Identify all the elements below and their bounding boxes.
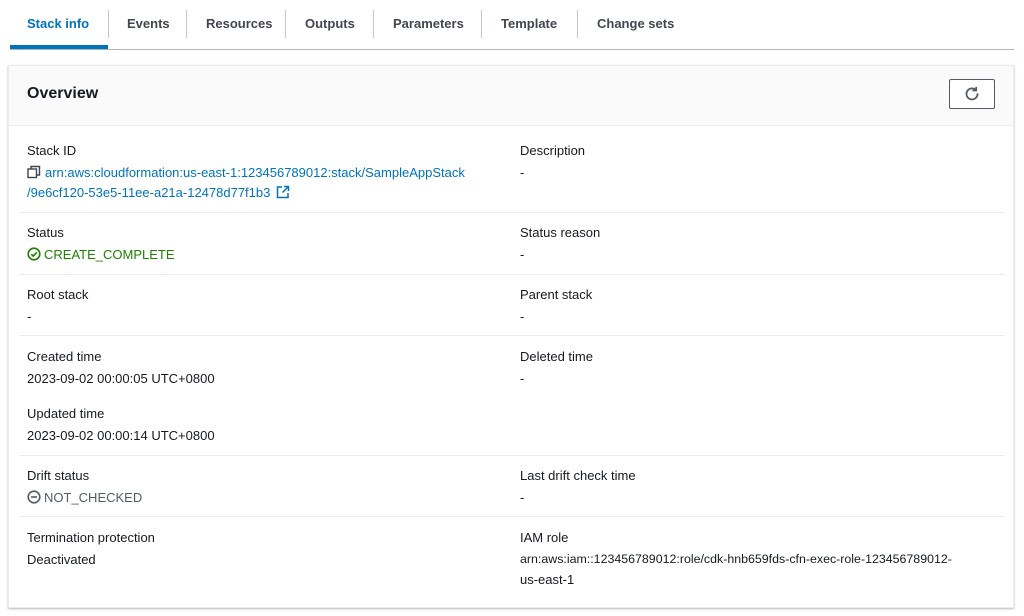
- tab-resources[interactable]: Resources: [206, 0, 272, 49]
- status-reason-value: -: [520, 247, 525, 262]
- row-divider: [19, 274, 1005, 275]
- row-divider: [19, 212, 1005, 213]
- drift-status-text: NOT_CHECKED: [44, 490, 143, 505]
- root-stack-label: Root stack: [27, 287, 89, 302]
- iam-role-value-line1: arn:aws:iam::123456789012:role/cdk-hnb65…: [520, 552, 952, 566]
- tab-outputs[interactable]: Outputs: [305, 0, 355, 49]
- drift-status-label: Drift status: [27, 468, 90, 483]
- tab-divider: [186, 10, 187, 38]
- status-text: CREATE_COMPLETE: [44, 247, 175, 262]
- updated-time-value: 2023-09-02 00:00:14 UTC+0800: [27, 428, 215, 443]
- tab-parameters[interactable]: Parameters: [393, 0, 464, 49]
- tab-stack-info[interactable]: Stack info: [27, 0, 89, 49]
- created-time-value: 2023-09-02 00:00:05 UTC+0800: [27, 371, 215, 386]
- row-divider: [19, 516, 1005, 517]
- row-divider: [19, 335, 1005, 336]
- stack-id-label: Stack ID: [27, 143, 77, 158]
- tab-divider: [577, 10, 578, 38]
- row-divider: [19, 455, 1005, 456]
- last-drift-check-label: Last drift check time: [520, 468, 636, 483]
- deleted-time-value: -: [520, 371, 525, 386]
- description-label: Description: [520, 143, 586, 158]
- status-label: Status: [27, 225, 64, 240]
- tab-divider: [373, 10, 374, 38]
- iam-role-label: IAM role: [520, 530, 569, 545]
- active-tab-indicator: [10, 45, 108, 49]
- status-value: CREATE_COMPLETE: [27, 247, 175, 262]
- panel-title: Overview: [27, 85, 99, 102]
- root-stack-value: -: [27, 309, 32, 324]
- created-time-label: Created time: [27, 349, 102, 364]
- termination-protection-label: Termination protection: [27, 530, 155, 545]
- copy-icon[interactable]: [27, 165, 41, 179]
- external-link-icon[interactable]: [276, 185, 290, 199]
- description-value: -: [520, 165, 525, 180]
- deleted-time-label: Deleted time: [520, 349, 593, 364]
- parent-stack-label: Parent stack: [520, 287, 593, 302]
- tab-divider: [285, 10, 286, 38]
- stack-id-value-line1[interactable]: arn:aws:cloudformation:us-east-1:1234567…: [45, 165, 465, 180]
- panel-header: Overview: [9, 66, 1013, 126]
- tab-divider: [481, 10, 482, 38]
- stack-id-value-line2[interactable]: /9e6cf120-53e5-11ee-a21a-12478d77f1b3: [27, 185, 270, 200]
- overview-panel: Overview Stack ID arn:aws:cloudformation…: [8, 65, 1014, 608]
- last-drift-check-value: -: [520, 490, 525, 505]
- iam-role-value-line2: us-east-1: [520, 572, 575, 587]
- stack-id-link[interactable]: arn:aws:cloudformation:us-east-1:1234567…: [27, 165, 465, 180]
- tab-bar: Stack info Events Resources Outputs Para…: [10, 0, 1014, 50]
- drift-status-value: NOT_CHECKED: [27, 490, 142, 505]
- termination-protection-value: Deactivated: [27, 552, 96, 567]
- tab-divider: [108, 10, 109, 38]
- check-circle-icon: [27, 247, 41, 261]
- tab-change-sets[interactable]: Change sets: [597, 0, 674, 49]
- refresh-button[interactable]: [949, 79, 995, 109]
- minus-circle-icon: [27, 490, 41, 504]
- stack-id-link-line2[interactable]: /9e6cf120-53e5-11ee-a21a-12478d77f1b3: [27, 185, 290, 200]
- tab-events[interactable]: Events: [127, 0, 170, 49]
- updated-time-label: Updated time: [27, 406, 105, 421]
- refresh-icon: [964, 86, 980, 102]
- tab-template[interactable]: Template: [501, 0, 557, 49]
- parent-stack-value: -: [520, 309, 525, 324]
- status-reason-label: Status reason: [520, 225, 601, 240]
